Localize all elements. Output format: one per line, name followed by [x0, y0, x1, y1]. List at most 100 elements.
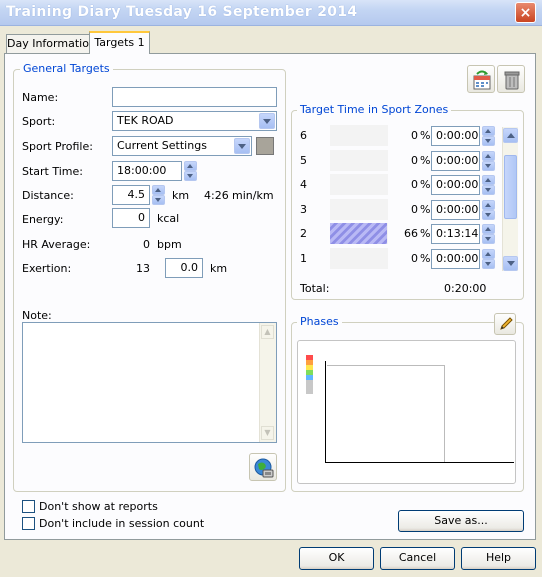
total-value: 0:20:00	[444, 282, 487, 295]
zone-percent: 66	[404, 227, 418, 240]
sport-value: TEK ROAD	[117, 114, 174, 127]
zone-bar	[330, 223, 387, 244]
zone-time-field[interactable]: 0:00:00	[431, 249, 480, 269]
zone-time-spinner[interactable]	[482, 200, 495, 220]
zone-bar-track	[330, 125, 388, 146]
pace-value: 4:26	[204, 189, 229, 202]
trash-icon	[504, 71, 520, 90]
zone-time-spinner[interactable]	[482, 249, 495, 269]
note-label: Note:	[22, 309, 52, 322]
note-textarea[interactable]: ▲ ▼	[22, 322, 277, 443]
zone-percent: 0	[411, 252, 418, 265]
exertion-distance-unit: km	[210, 262, 228, 275]
hr-average-unit: bpm	[157, 238, 182, 251]
zone-time-spinner[interactable]	[482, 175, 495, 195]
zone-time-spinner[interactable]	[482, 151, 495, 171]
exertion-value: 13	[136, 262, 150, 275]
zone-number: 1	[300, 252, 307, 265]
zone-time-spinner[interactable]	[482, 126, 495, 146]
sport-profile-value: Current Settings	[117, 139, 207, 152]
sport-zones-legend: Target Time in Sport Zones	[297, 103, 452, 116]
zone-percent: 0	[411, 203, 418, 216]
dont-include-count-label: Don't include in session count	[39, 517, 205, 530]
percent-sign: %	[420, 178, 431, 191]
zone-time-field[interactable]: 0:00:00	[431, 175, 480, 195]
zone-color-swatch	[306, 380, 313, 394]
zone-time-spinner[interactable]	[482, 224, 495, 244]
phases-plot-area	[327, 365, 445, 462]
zone-time-field[interactable]: 0:00:00	[431, 151, 480, 171]
hr-average-label: HR Average:	[22, 238, 91, 251]
name-field[interactable]	[112, 87, 277, 107]
zone-bar-track	[330, 223, 388, 244]
zone-percent: 0	[411, 129, 418, 142]
energy-unit: kcal	[157, 212, 180, 225]
tab-day-information[interactable]: Day Information	[6, 34, 96, 53]
zone-number: 4	[300, 178, 307, 191]
sport-profile-label: Sport Profile:	[22, 140, 93, 153]
start-time-field[interactable]: 18:00:00	[112, 161, 182, 181]
zones-scroll-down-icon[interactable]	[503, 256, 518, 271]
dont-show-reports-label: Don't show at reports	[39, 500, 158, 513]
save-as-button[interactable]: Save as...	[398, 510, 524, 532]
exertion-label: Exertion:	[22, 262, 72, 275]
sport-label: Sport:	[22, 115, 56, 128]
sport-dropdown-icon[interactable]	[259, 113, 275, 129]
sport-select[interactable]: TEK ROAD	[112, 111, 277, 131]
zone-number: 5	[300, 154, 307, 167]
distance-field[interactable]: 4.5	[112, 185, 150, 205]
zone-time-field[interactable]: 0:00:00	[431, 126, 480, 146]
delete-button[interactable]	[497, 65, 525, 93]
zone-color-strip	[306, 355, 313, 394]
window-title: Training Diary Tuesday 16 September 2014	[6, 4, 358, 20]
tab-targets-1[interactable]: Targets 1	[89, 31, 150, 54]
energy-label: Energy:	[22, 213, 64, 226]
percent-sign: %	[420, 154, 431, 167]
zone-time-field[interactable]: 0:13:14	[431, 224, 480, 244]
dont-show-reports-checkbox[interactable]	[22, 500, 35, 513]
start-time-spinner[interactable]	[184, 161, 197, 181]
apply-template-button[interactable]	[467, 65, 495, 93]
distance-unit: km	[172, 189, 190, 202]
note-scroll-up-icon[interactable]: ▲	[261, 325, 274, 339]
exertion-distance-field[interactable]: 0.0	[165, 258, 203, 278]
zone-bar-track	[330, 248, 388, 269]
profile-color-swatch[interactable]	[256, 137, 274, 155]
percent-sign: %	[420, 129, 431, 142]
note-scrollbar[interactable]	[259, 323, 276, 442]
dont-include-count-checkbox[interactable]	[22, 517, 35, 530]
zone-bar-track	[330, 199, 388, 220]
close-button[interactable]: ×	[515, 2, 536, 23]
zone-bar-track	[330, 150, 388, 171]
zone-number: 3	[300, 203, 307, 216]
phases-chart	[297, 340, 516, 484]
cancel-button[interactable]: Cancel	[380, 547, 455, 570]
note-scroll-down-icon[interactable]: ▼	[261, 426, 274, 440]
zone-number: 2	[300, 227, 307, 240]
zone-time-field[interactable]: 0:00:00	[431, 200, 480, 220]
help-button[interactable]: Help	[461, 547, 536, 570]
phases-legend: Phases	[297, 315, 342, 328]
zone-percent: 0	[411, 154, 418, 167]
edit-phases-button[interactable]	[494, 313, 516, 335]
ok-button[interactable]: OK	[299, 547, 374, 570]
name-label: Name:	[22, 91, 59, 104]
hr-average-value: 0	[143, 238, 150, 251]
zones-scroll-thumb[interactable]	[504, 155, 517, 219]
zone-number: 6	[300, 129, 307, 142]
distance-label: Distance:	[22, 189, 74, 202]
energy-field[interactable]: 0	[112, 208, 150, 228]
zone-percent: 0	[411, 178, 418, 191]
web-map-button[interactable]	[249, 453, 277, 481]
percent-sign: %	[420, 203, 431, 216]
sport-profile-dropdown-icon[interactable]	[234, 138, 250, 154]
distance-spinner[interactable]	[152, 185, 165, 205]
percent-sign: %	[420, 227, 431, 240]
calendar-refresh-icon	[473, 70, 491, 90]
pace-unit: min/km	[232, 189, 274, 202]
zones-scroll-up-icon[interactable]	[503, 128, 518, 143]
percent-sign: %	[420, 252, 431, 265]
globe-icon	[254, 458, 274, 478]
title-bar: Training Diary Tuesday 16 September 2014…	[0, 0, 542, 26]
sport-profile-select[interactable]: Current Settings	[112, 136, 252, 156]
